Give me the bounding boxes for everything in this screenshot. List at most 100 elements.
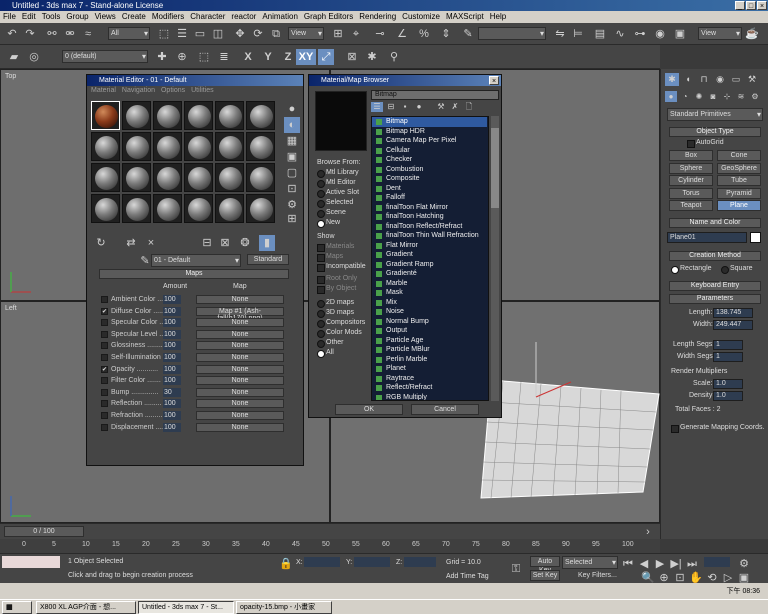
x-coord-field[interactable] <box>304 557 340 567</box>
sample-slot[interactable] <box>153 101 182 130</box>
view-large-icons-icon[interactable]: ● <box>413 102 425 112</box>
map-type-item[interactable]: Planet <box>372 364 487 374</box>
lights-icon[interactable]: ✺ <box>693 91 705 102</box>
map-type-item[interactable]: Flat Mirror <box>372 241 487 251</box>
curve-editor-icon[interactable]: ∿ <box>612 26 628 42</box>
map-enable-checkbox[interactable] <box>101 377 108 385</box>
sample-slot[interactable] <box>215 101 244 130</box>
motion-tab-icon[interactable]: ◉ <box>713 73 727 86</box>
map-type-item[interactable]: RGB Multiply <box>372 393 487 400</box>
sample-slot[interactable] <box>215 132 244 161</box>
select-layer-icon[interactable]: ⬚ <box>196 49 212 65</box>
map-enable-checkbox[interactable] <box>101 423 108 431</box>
menu-file[interactable]: File <box>0 11 19 23</box>
sample-slot[interactable] <box>91 194 120 223</box>
ik-icon[interactable]: ⊠ <box>344 49 360 65</box>
map-enable-checkbox[interactable] <box>101 412 108 419</box>
map-type-item[interactable]: Reflect/Refract <box>372 383 487 393</box>
material-type-button[interactable]: Standard <box>247 254 289 265</box>
close-button[interactable]: × <box>757 1 767 10</box>
display-tab-icon[interactable]: ▭ <box>729 73 743 86</box>
rotate-icon[interactable]: ⟳ <box>250 26 266 42</box>
angle-snap-icon[interactable]: ∠ <box>394 26 410 42</box>
current-frame-field[interactable] <box>704 557 730 567</box>
primitive-button[interactable]: Cylinder <box>669 175 713 186</box>
map-type-item[interactable]: Raytrace <box>372 374 487 384</box>
maxscript-listener[interactable] <box>2 556 60 568</box>
primitive-button[interactable]: Tube <box>717 175 761 186</box>
sample-type-icon[interactable]: ● <box>284 101 300 117</box>
map-type-item[interactable]: Output <box>372 326 487 336</box>
length-spinner[interactable]: 138.745 <box>713 308 753 318</box>
schematic-view-icon[interactable]: ⊶ <box>632 26 648 42</box>
maps-rollout-header[interactable]: Maps <box>99 269 289 279</box>
map-amount-spinner[interactable]: 100 <box>163 318 181 328</box>
visibility-icon[interactable]: ◎ <box>26 49 42 65</box>
sample-slot[interactable] <box>246 132 275 161</box>
time-slider[interactable]: 0 / 100 › <box>0 523 660 539</box>
primitive-button[interactable]: Teapot <box>669 200 713 211</box>
skin-icon[interactable]: ✱ <box>364 49 380 65</box>
sample-slot[interactable] <box>91 132 120 161</box>
map-slot-button[interactable]: None <box>196 318 284 328</box>
modify-tab-icon[interactable]: ◖ <box>681 73 695 86</box>
sample-slot[interactable] <box>153 194 182 223</box>
map-type-list[interactable]: Bitmap Bitmap HDR Camera Map Per Pixel Cell… <box>371 116 489 401</box>
primitive-button[interactable]: Pyramid <box>717 187 761 199</box>
clear-library-icon[interactable]: 🗋 <box>463 102 475 112</box>
creation-method-rollout[interactable]: Creation Method <box>669 251 761 261</box>
map-enable-checkbox[interactable] <box>101 354 108 361</box>
map-slot-button[interactable]: None <box>196 376 284 386</box>
browse-from-radio[interactable]: Selected <box>317 199 353 208</box>
layer-icon[interactable]: ▰ <box>6 49 22 65</box>
show-map-icon[interactable]: ▮ <box>259 235 275 251</box>
sample-slot[interactable] <box>215 194 244 223</box>
rect-region-icon[interactable]: ▭ <box>192 26 208 42</box>
map-type-item[interactable]: Cellular <box>372 146 487 156</box>
map-type-item[interactable]: Gradienté <box>372 269 487 279</box>
filter-checkbox[interactable]: By Object <box>317 285 356 294</box>
helpers-icon[interactable]: ⊹ <box>721 91 733 102</box>
map-amount-spinner[interactable]: 100 <box>163 341 181 351</box>
map-slot-button[interactable]: None <box>196 329 284 339</box>
map-type-item[interactable]: Noise <box>372 307 487 317</box>
time-next-icon[interactable]: › <box>640 524 656 540</box>
menu-maxscript[interactable]: MAXScript <box>443 11 487 23</box>
reset-map-icon[interactable]: × <box>143 235 159 251</box>
map-type-item[interactable]: Falloff <box>372 193 487 203</box>
axis-constraint-icon[interactable]: ⤢ <box>318 49 334 65</box>
primitive-button[interactable]: Plane <box>717 200 761 211</box>
browser-close-button[interactable]: × <box>489 76 499 85</box>
map-amount-spinner[interactable]: 100 <box>163 353 181 362</box>
material-name-field[interactable]: 01 - Default <box>151 254 241 267</box>
map-enable-checkbox[interactable] <box>101 400 108 408</box>
task-3dsmax[interactable]: Untitled - 3ds max 7 - St... <box>138 601 234 614</box>
lock-selection-icon[interactable]: 🔒 <box>278 556 294 572</box>
sample-slot[interactable] <box>184 101 213 130</box>
map-type-item[interactable]: Particle Age <box>372 336 487 346</box>
undo-icon[interactable]: ↶ <box>4 26 20 42</box>
width-spinner[interactable]: 249.447 <box>713 320 753 330</box>
map-enable-checkbox[interactable]: ✔ <box>101 307 108 315</box>
map-type-item[interactable]: Mask <box>372 288 487 298</box>
start-button[interactable]: ▦ <box>2 601 32 614</box>
menu-tools[interactable]: Tools <box>39 11 64 23</box>
map-type-radio[interactable]: Color Mods <box>317 329 362 338</box>
sample-slot[interactable] <box>215 163 244 192</box>
map-type-item[interactable]: Checker <box>372 155 487 165</box>
generate-mapping-coords-checkbox[interactable]: Generate Mapping Coords. <box>671 424 764 433</box>
select-object-icon[interactable]: ⬚ <box>156 26 172 42</box>
bind-space-warp-icon[interactable]: ≈ <box>80 26 96 42</box>
spinner-snap-icon[interactable]: ⇕ <box>438 26 454 42</box>
axis-z-button[interactable]: Z <box>280 49 296 65</box>
select-by-name-icon[interactable]: ☰ <box>174 26 190 42</box>
cancel-button[interactable]: Cancel <box>411 404 479 415</box>
redo-icon[interactable]: ↷ <box>22 26 38 42</box>
map-amount-spinner[interactable]: 30 <box>163 387 181 397</box>
time-slider-thumb[interactable]: 0 / 100 <box>4 526 84 537</box>
sample-slot[interactable] <box>153 132 182 161</box>
menu-animation[interactable]: Animation <box>259 11 301 23</box>
primitive-button[interactable]: Sphere <box>669 162 713 174</box>
align-icon[interactable]: ⊨ <box>570 26 586 42</box>
sample-slot[interactable] <box>246 101 275 130</box>
